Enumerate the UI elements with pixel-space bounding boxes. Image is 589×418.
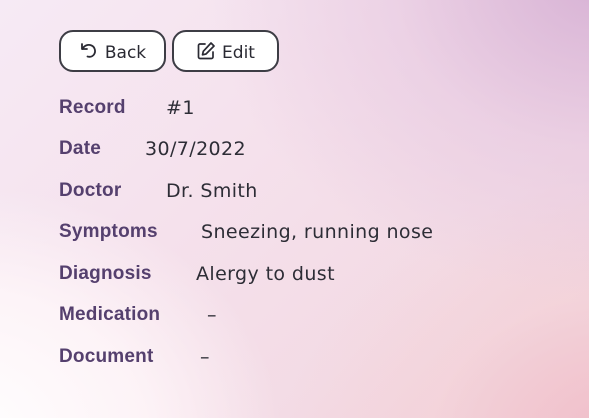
field-value: Sneezing, running nose bbox=[201, 221, 434, 243]
field-label: Document bbox=[59, 346, 154, 367]
pencil-square-icon bbox=[196, 41, 216, 61]
field-label: Symptoms bbox=[59, 221, 158, 242]
field-symptoms: Symptoms Sneezing, running nose bbox=[59, 219, 433, 245]
field-record: Record #1 bbox=[59, 95, 195, 121]
field-value: Alergy to dust bbox=[196, 263, 335, 285]
field-label: Diagnosis bbox=[59, 263, 152, 284]
field-value: Dr. Smith bbox=[166, 180, 258, 202]
field-diagnosis: Diagnosis Alergy to dust bbox=[59, 261, 335, 287]
back-button[interactable]: Back bbox=[59, 30, 166, 72]
undo-arrow-icon bbox=[79, 41, 99, 61]
back-button-label: Back bbox=[104, 42, 147, 63]
edit-button-label: Edit bbox=[222, 42, 255, 63]
field-label: Record bbox=[59, 97, 126, 118]
field-date: Date 30/7/2022 bbox=[59, 136, 246, 162]
field-label: Date bbox=[59, 138, 101, 159]
field-value: – bbox=[200, 346, 210, 368]
edit-button[interactable]: Edit bbox=[172, 30, 279, 72]
field-doctor: Doctor Dr. Smith bbox=[59, 178, 258, 204]
field-value: 30/7/2022 bbox=[145, 138, 247, 160]
field-label: Doctor bbox=[59, 180, 122, 201]
field-document: Document – bbox=[59, 344, 210, 370]
field-label: Medication bbox=[59, 304, 161, 325]
field-value: – bbox=[207, 304, 217, 326]
field-medication: Medication – bbox=[59, 302, 217, 328]
field-value: #1 bbox=[166, 97, 195, 119]
